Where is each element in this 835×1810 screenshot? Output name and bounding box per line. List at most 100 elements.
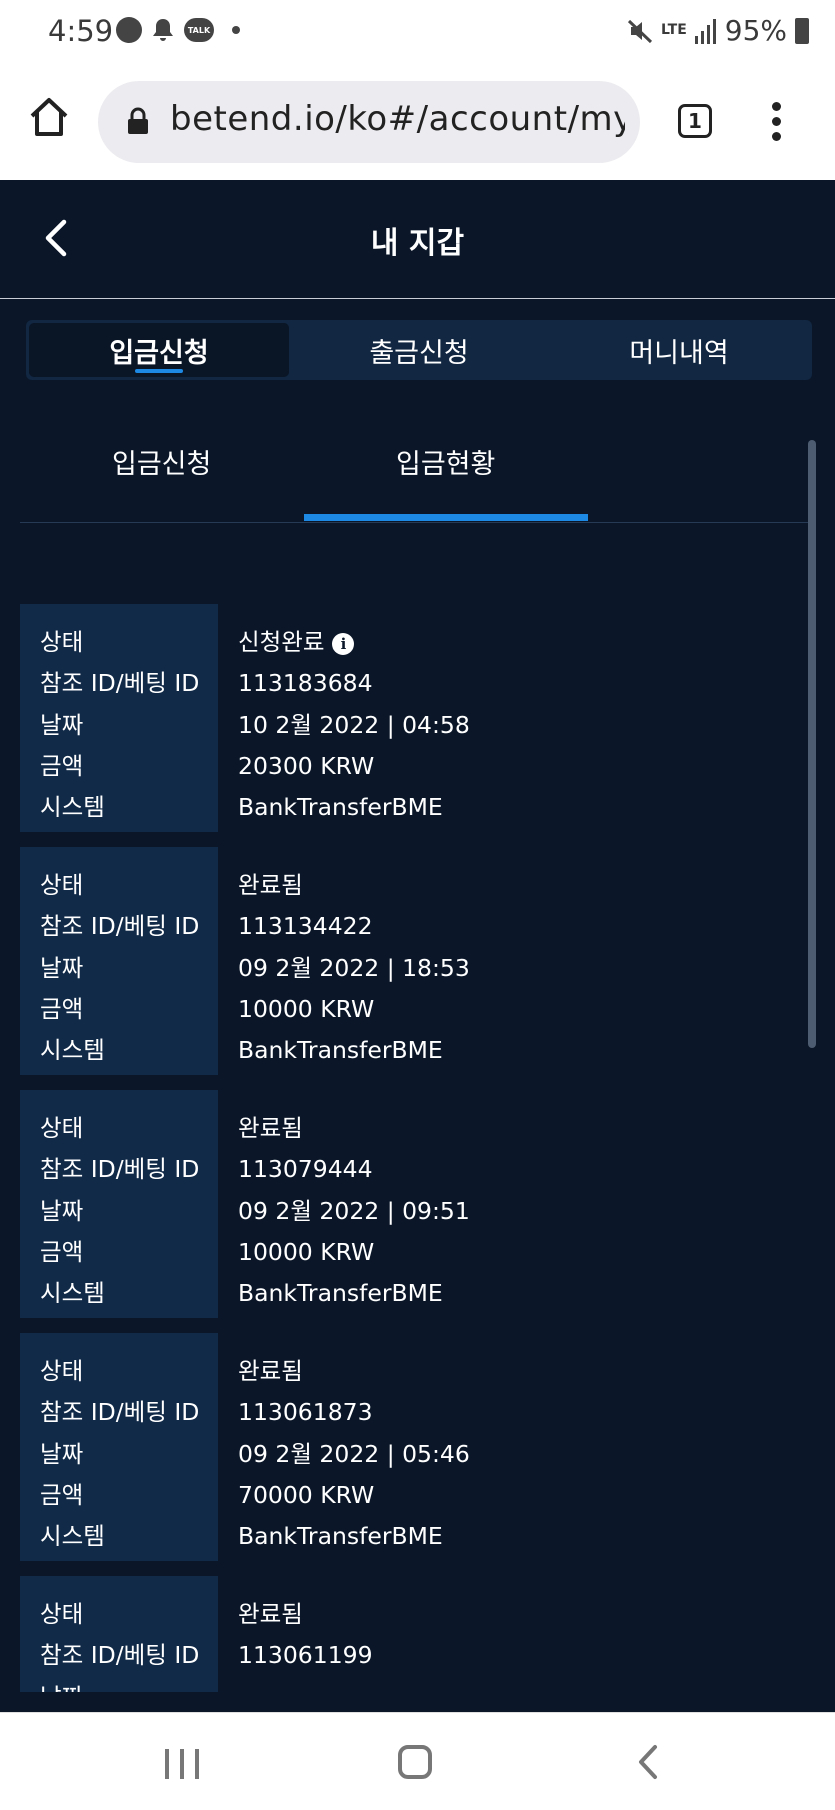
system-icons: LTE 95%: [627, 14, 809, 47]
date-label: 날짜: [40, 1677, 218, 1692]
status-label: 상태: [40, 1600, 84, 1628]
active-subtab-indicator: [304, 514, 588, 521]
status-label: 상태: [40, 1114, 84, 1142]
date-label: 날짜: [40, 1196, 84, 1225]
date-value: 09 2월 2022 | 18:53: [238, 953, 470, 982]
active-tab-indicator: [135, 369, 183, 373]
subtab-deposit-request[interactable]: 입금신청: [112, 442, 211, 481]
amount-value: 20300 KRW: [238, 751, 375, 780]
record-labels: 상태 참조 ID/베팅 ID 날짜 금액 시스템: [20, 847, 218, 1075]
status-time: 4:59: [48, 14, 114, 48]
deposit-record: 상태 참조 ID/베팅 ID 날짜 금액 시스템 신청완료 i 113183684…: [20, 604, 800, 832]
record-labels: 상태 참조 ID/베팅 ID 날짜 금액 시스템: [20, 1576, 218, 1692]
deposit-record: 상태 참조 ID/베팅 ID 날짜 금액 시스템 완료됨 113079444 0…: [20, 1090, 800, 1318]
system-label: 시스템: [40, 793, 105, 822]
record-labels: 상태 참조 ID/베팅 ID 날짜 금액 시스템: [20, 1090, 218, 1318]
deposit-record: 상태 참조 ID/베팅 ID 날짜 금액 시스템 완료됨 113061199: [20, 1576, 800, 1692]
subtab-deposit-status[interactable]: 입금현황: [396, 442, 495, 481]
amount-value: 70000 KRW: [238, 1480, 375, 1509]
status-value: 완료됨: [238, 1600, 303, 1628]
record-values: 완료됨 113061199: [218, 1576, 373, 1692]
sub-tabs: 입금신청 입금현황: [20, 410, 816, 523]
date-value: [238, 1677, 373, 1692]
date-label: 날짜: [40, 710, 84, 739]
record-labels: 상태 참조 ID/베팅 ID 날짜 금액 시스템: [20, 1333, 218, 1561]
home-button-icon[interactable]: [398, 1745, 432, 1779]
system-value: BankTransferBME: [238, 1036, 443, 1065]
deposit-record: 상태 참조 ID/베팅 ID 날짜 금액 시스템 완료됨 113061873 0…: [20, 1333, 800, 1561]
ref-id-value: 113134422: [238, 912, 373, 941]
system-value: BankTransferBME: [238, 793, 443, 822]
main-tabs: 입금신청 출금신청 머니내역: [26, 320, 812, 380]
scrollbar[interactable]: [808, 440, 816, 1048]
bell-icon: [153, 19, 173, 41]
status-label: 상태: [40, 628, 84, 656]
battery-icon: [795, 17, 809, 44]
deposit-record: 상태 참조 ID/베팅 ID 날짜 금액 시스템 완료됨 113134422 0…: [20, 847, 800, 1075]
amount-label: 금액: [40, 994, 84, 1023]
status-value: 완료됨: [238, 871, 303, 899]
deposit-history-list: 상태 참조 ID/베팅 ID 날짜 금액 시스템 신청완료 i 113183684…: [20, 604, 800, 1692]
network-type: LTE: [661, 22, 687, 38]
battery-percent: 95%: [724, 14, 787, 47]
date-label: 날짜: [40, 1439, 84, 1468]
page-title: 내 지갑: [370, 226, 465, 261]
tab-money-history[interactable]: 머니내역: [549, 323, 809, 377]
amount-label: 금액: [40, 1237, 84, 1266]
notification-icons: TALK: [116, 17, 240, 43]
system-label: 시스템: [40, 1522, 105, 1551]
info-icon[interactable]: i: [332, 632, 355, 655]
status-text: 신청완료: [238, 628, 325, 656]
system-value: BankTransferBME: [238, 1279, 443, 1308]
status-label: 상태: [40, 1357, 84, 1385]
ref-id-label: 참조 ID/베팅 ID: [40, 912, 200, 941]
more-options-icon[interactable]: [770, 102, 784, 141]
ref-id-label: 참조 ID/베팅 ID: [40, 1398, 200, 1427]
tab-label: 입금신청: [109, 337, 209, 369]
amount-label: 금액: [40, 1480, 84, 1509]
system-label: 시스템: [40, 1279, 105, 1308]
record-labels: 상태 참조 ID/베팅 ID 날짜 금액 시스템: [20, 604, 218, 832]
status-value: 완료됨: [238, 1114, 303, 1142]
ref-id-value: 113061873: [238, 1398, 373, 1427]
ref-id-label: 참조 ID/베팅 ID: [40, 669, 200, 698]
kakaotalk-icon: TALK: [184, 18, 214, 42]
amount-value: 10000 KRW: [238, 994, 375, 1023]
ref-id-value: 113183684: [238, 669, 373, 698]
ref-id-label: 참조 ID/베팅 ID: [40, 1155, 200, 1184]
address-bar[interactable]: betend.io/ko#/account/my-w: [98, 81, 640, 163]
tab-label: 머니내역: [629, 337, 729, 369]
status-value: 신청완료 i: [238, 622, 470, 663]
signal-icon: [694, 18, 716, 44]
url-text: betend.io/ko#/account/my-w: [170, 99, 625, 139]
status-label: 상태: [40, 871, 84, 899]
amount-label: 금액: [40, 751, 84, 780]
tab-switcher-button[interactable]: 1: [678, 104, 712, 138]
status-bar: 4:59 TALK LTE 95%: [0, 0, 835, 66]
record-values: 완료됨 113061873 09 2월 2022 | 05:46 70000 K…: [218, 1333, 470, 1561]
mute-icon: [628, 19, 653, 43]
recent-apps-icon[interactable]: [165, 1749, 199, 1779]
record-values: 완료됨 113079444 09 2월 2022 | 09:51 10000 K…: [218, 1090, 470, 1318]
ref-id-label: 참조 ID/베팅 ID: [40, 1641, 200, 1670]
record-values: 신청완료 i 113183684 10 2월 2022 | 04:58 20300…: [218, 604, 470, 832]
system-back-icon[interactable]: [636, 1743, 660, 1781]
amount-value: 10000 KRW: [238, 1237, 375, 1266]
ref-id-value: 113079444: [238, 1155, 373, 1184]
system-value: BankTransferBME: [238, 1522, 443, 1551]
tab-withdrawal-request[interactable]: 출금신청: [289, 323, 549, 377]
date-value: 09 2월 2022 | 09:51: [238, 1196, 470, 1225]
app-header: 내 지갑: [0, 180, 835, 299]
system-label: 시스템: [40, 1036, 105, 1065]
dot-icon: [232, 26, 240, 34]
tab-deposit-request[interactable]: 입금신청: [29, 323, 289, 377]
date-value: 09 2월 2022 | 05:46: [238, 1439, 470, 1468]
record-values: 완료됨 113134422 09 2월 2022 | 18:53 10000 K…: [218, 847, 470, 1075]
lock-icon: [128, 107, 148, 134]
date-value: 10 2월 2022 | 04:58: [238, 710, 470, 739]
ref-id-value: 113061199: [238, 1641, 373, 1670]
basketball-icon: [116, 17, 142, 43]
system-navigation-bar: [0, 1712, 835, 1810]
home-icon[interactable]: [28, 96, 70, 138]
tab-label: 출금신청: [369, 337, 469, 369]
